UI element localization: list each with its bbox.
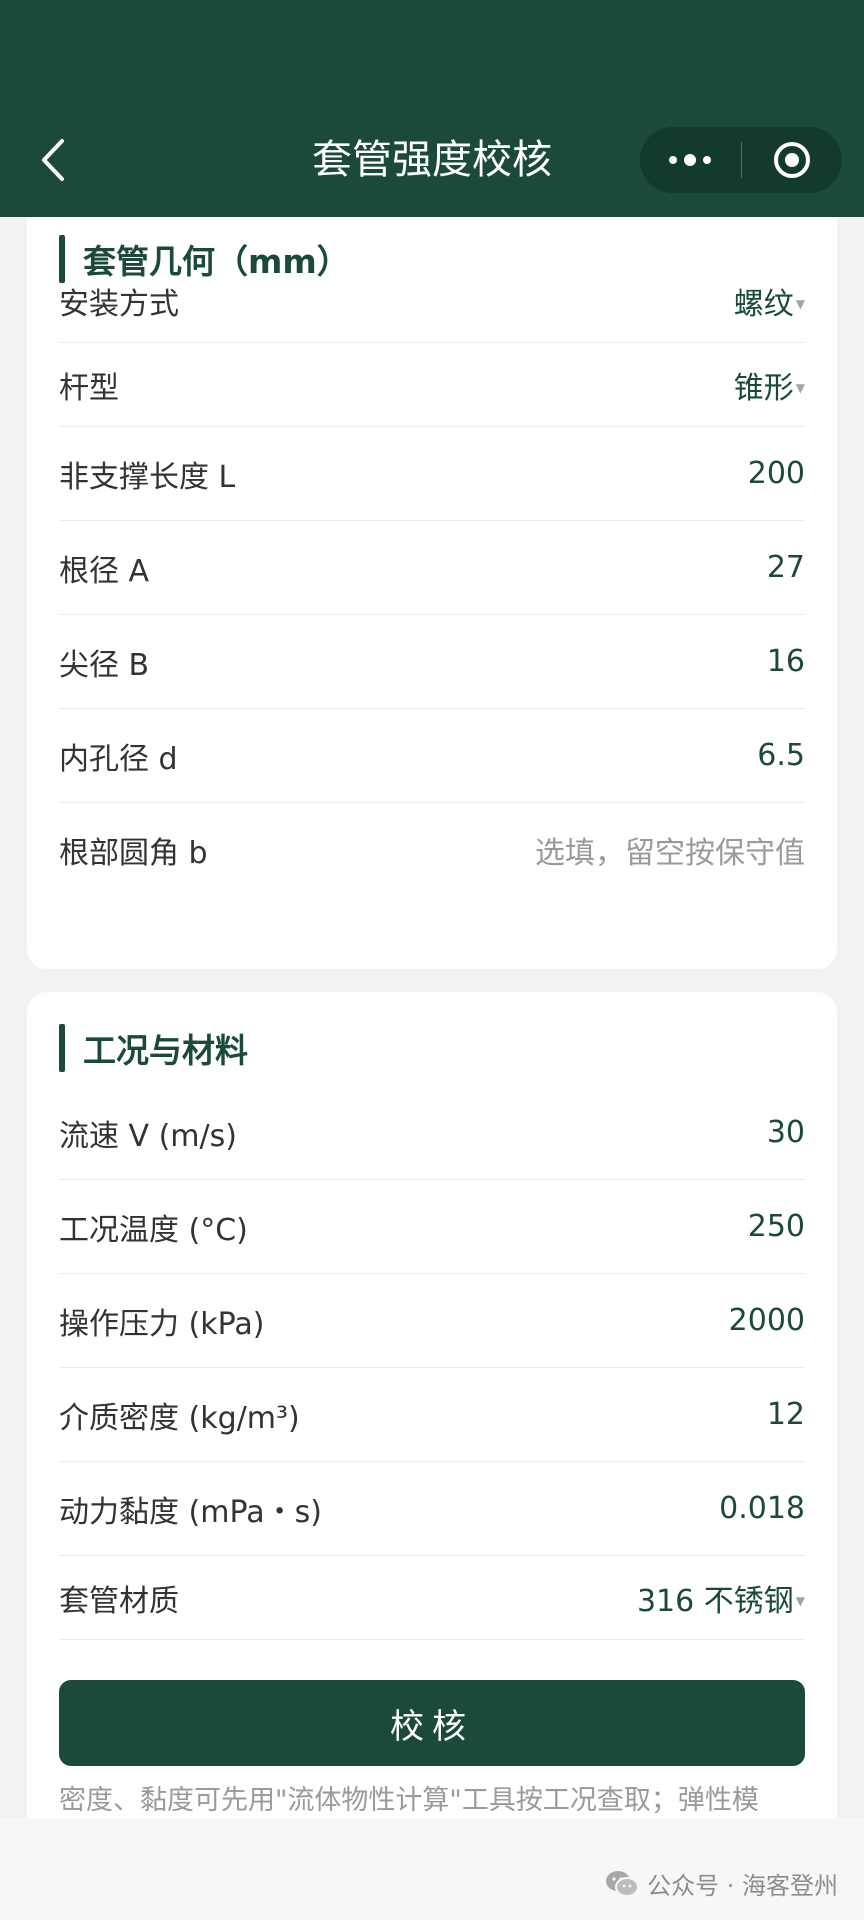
rod-type-select[interactable]: 锥形 ▼ xyxy=(734,363,805,407)
row-label: 动力黏度 (mPa・s) xyxy=(59,1494,322,1530)
row-label: 操作压力 (kPa) xyxy=(59,1306,265,1342)
pressure-input[interactable]: 2000 xyxy=(729,1303,805,1338)
row-label: 内孔径 d xyxy=(59,741,178,777)
row-label: 安装方式 xyxy=(59,286,179,322)
help-note: 密度、黏度可先用"流体物性计算"工具按工况查取；弹性模 xyxy=(59,1785,759,1816)
row-label: 流速 V (m/s) xyxy=(59,1118,237,1154)
select-value: 316 不锈钢 xyxy=(636,1583,794,1619)
geometry-card: 套管几何（mm） 安装方式 螺纹 ▼ 杆型 锥形 ▼ 非支撑长度 L 200 根径 … xyxy=(27,217,837,969)
wechat-icon xyxy=(606,1870,640,1897)
row-pressure[interactable]: 操作压力 (kPa) 2000 xyxy=(59,1274,805,1368)
temperature-input[interactable]: 250 xyxy=(748,1209,805,1244)
root-diameter-input[interactable]: 27 xyxy=(767,550,805,585)
caret-down-icon: ▼ xyxy=(795,296,805,311)
more-button[interactable] xyxy=(640,127,741,193)
row-material[interactable]: 套管材质 316 不锈钢 ▼ xyxy=(59,1556,805,1640)
install-method-select[interactable]: 螺纹 ▼ xyxy=(734,279,805,323)
bore-diameter-input[interactable]: 6.5 xyxy=(757,738,805,773)
row-bore-diameter[interactable]: 内孔径 d 6.5 xyxy=(59,709,805,803)
tip-diameter-input[interactable]: 16 xyxy=(767,644,805,679)
select-value: 螺纹 xyxy=(733,286,794,322)
root-fillet-input[interactable]: 选填，留空按保守值 xyxy=(535,828,805,872)
nav-bar: 套管强度校核 xyxy=(0,0,864,217)
row-rod-type[interactable]: 杆型 锥形 ▼ xyxy=(59,343,805,427)
section-title-text: 工况与材料 xyxy=(83,1031,248,1070)
row-label: 根径 A xyxy=(59,553,150,589)
watermark: 公众号 · 海客登州 xyxy=(605,1866,838,1901)
row-label: 工况温度 (°C) xyxy=(59,1212,248,1248)
mini-program-capsule xyxy=(640,127,842,193)
row-label: 非支撑长度 L xyxy=(59,459,236,495)
flow-velocity-input[interactable]: 30 xyxy=(767,1115,805,1150)
watermark-text: 公众号 · 海客登州 xyxy=(647,1872,838,1900)
unsupported-length-input[interactable]: 200 xyxy=(748,456,805,491)
row-root-fillet[interactable]: 根部圆角 b 选填，留空按保守值 xyxy=(59,803,805,897)
section-bar xyxy=(59,1024,65,1072)
row-root-diameter[interactable]: 根径 A 27 xyxy=(59,521,805,615)
target-icon xyxy=(773,142,810,178)
row-temperature[interactable]: 工况温度 (°C) 250 xyxy=(59,1180,805,1274)
row-label: 尖径 B xyxy=(59,647,150,683)
row-label: 杆型 xyxy=(59,370,119,406)
caret-down-icon: ▼ xyxy=(795,1593,805,1608)
section-title-conditions: 工况与材料 xyxy=(59,1024,248,1072)
row-density[interactable]: 介质密度 (kg/m³) 12 xyxy=(59,1368,805,1462)
close-button[interactable] xyxy=(742,127,843,193)
row-label: 根部圆角 b xyxy=(59,836,208,871)
conditions-card: 工况与材料 流速 V (m/s) 30 工况温度 (°C) 250 操作压力 (… xyxy=(27,992,837,1818)
row-unsupported-length[interactable]: 非支撑长度 L 200 xyxy=(59,427,805,521)
row-tip-diameter[interactable]: 尖径 B 16 xyxy=(59,615,805,709)
viscosity-input[interactable]: 0.018 xyxy=(719,1491,805,1526)
row-install-method[interactable]: 安装方式 螺纹 ▼ xyxy=(59,259,805,343)
row-label: 介质密度 (kg/m³) xyxy=(59,1400,300,1436)
row-label: 套管材质 xyxy=(59,1583,179,1619)
row-flow-velocity[interactable]: 流速 V (m/s) 30 xyxy=(59,1086,805,1180)
select-value: 锥形 xyxy=(733,370,794,406)
density-input[interactable]: 12 xyxy=(767,1397,805,1432)
more-dots-icon xyxy=(669,154,712,166)
material-select[interactable]: 316 不锈钢 ▼ xyxy=(637,1576,805,1620)
caret-down-icon: ▼ xyxy=(795,380,805,395)
row-viscosity[interactable]: 动力黏度 (mPa・s) 0.018 xyxy=(59,1462,805,1556)
check-button[interactable]: 校核 xyxy=(59,1680,805,1766)
